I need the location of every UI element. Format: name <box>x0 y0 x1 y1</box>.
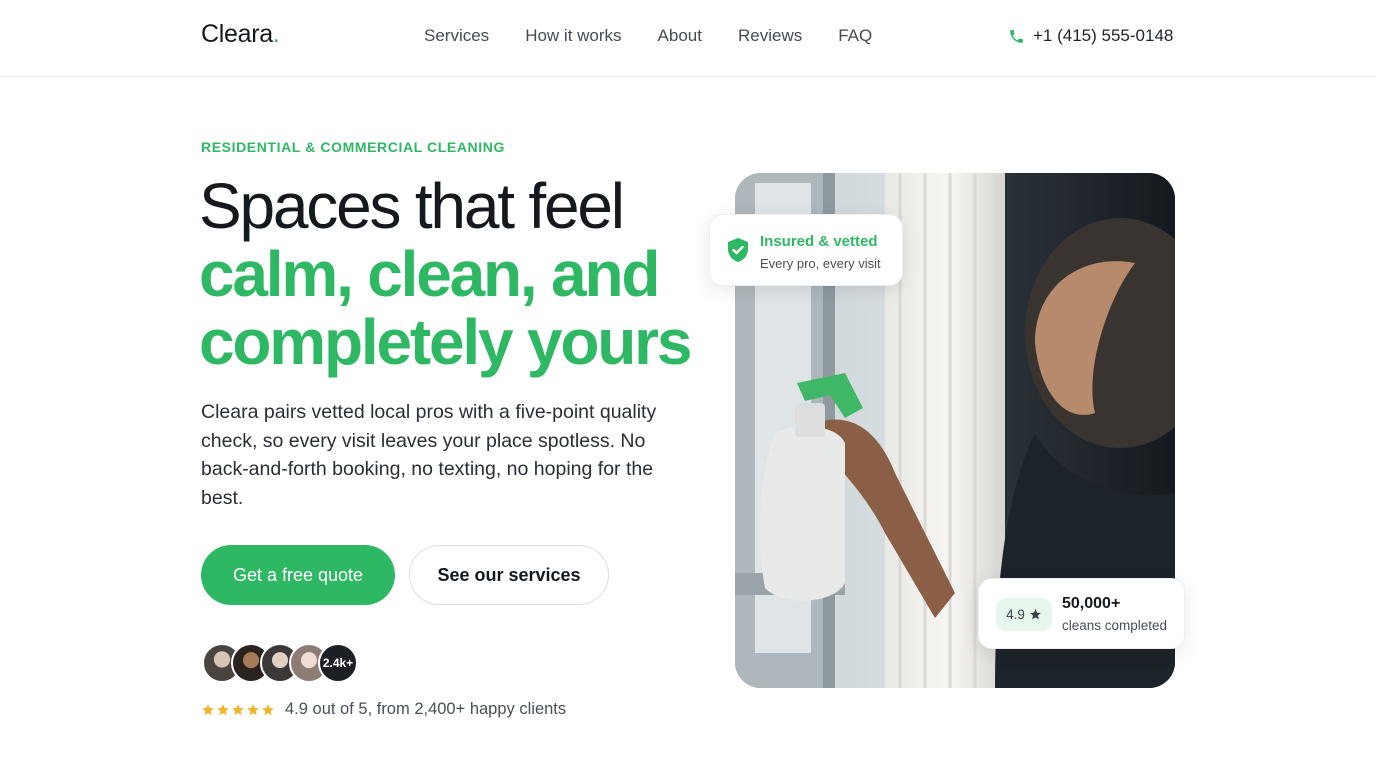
brand-logo[interactable]: Cleara. <box>201 20 280 49</box>
main-nav: Services How it works About Reviews FAQ <box>424 26 908 46</box>
phone-icon <box>1010 29 1023 43</box>
headline-line-2: calm, clean, and <box>199 238 660 310</box>
client-rating: 4.9 out of 5, from 2,400+ happy clients <box>201 700 566 719</box>
rating-text: 4.9 out of 5, from 2,400+ happy clients <box>285 700 567 718</box>
nav-link-faq[interactable]: FAQ <box>838 26 872 46</box>
hero-eyebrow: RESIDENTIAL & COMMERCIAL CLEANING <box>201 139 505 155</box>
cleans-label: cleans completed <box>1062 618 1168 633</box>
star-icon <box>202 703 214 715</box>
see-services-button[interactable]: See our services <box>409 545 609 605</box>
logo-text: Cleara <box>201 20 273 48</box>
insured-title: Insured & vetted <box>760 233 878 250</box>
avatar-count-badge: 2.4k+ <box>318 643 358 683</box>
nav-link-services[interactable]: Services <box>424 26 489 46</box>
star-icon <box>1029 609 1041 620</box>
logo-dot: . <box>272 20 280 48</box>
hero-description: Cleara pairs vetted local pros with a fi… <box>201 401 657 509</box>
phone-number: +1 (415) 555-0148 <box>1033 26 1174 45</box>
headline-line-1: Spaces that feel <box>199 170 625 242</box>
site-header: Cleara. Services How it works About Revi… <box>0 0 1376 77</box>
nav-link-reviews[interactable]: Reviews <box>738 26 802 46</box>
shield-check-icon <box>728 238 748 262</box>
nav-link-how-it-works[interactable]: How it works <box>525 26 621 46</box>
cleans-completed-badge: 4.9 50,000+ cleans completed <box>978 578 1185 649</box>
star-icon <box>262 703 274 715</box>
insured-subtitle: Every pro, every visit <box>760 256 881 271</box>
rating-value: 4.9 <box>1006 607 1025 622</box>
phone-link[interactable]: +1 (415) 555-0148 <box>1008 26 1173 46</box>
star-icon <box>232 703 244 715</box>
headline-line-3: completely yours <box>199 306 692 378</box>
star-icon <box>247 703 259 715</box>
nav-link-about[interactable]: About <box>658 26 702 46</box>
rating-stars <box>201 703 275 717</box>
insured-vetted-badge: Insured & vetted Every pro, every visit <box>709 214 903 286</box>
cleans-count: 50,000+ <box>1062 595 1121 612</box>
client-avatars: 2.4k+ <box>202 643 358 683</box>
star-icon <box>217 703 229 715</box>
hero-headline: Spaces that feel calm, clean, and comple… <box>199 170 692 378</box>
rating-pill: 4.9 <box>996 598 1052 631</box>
get-free-quote-button[interactable]: Get a free quote <box>201 545 395 605</box>
